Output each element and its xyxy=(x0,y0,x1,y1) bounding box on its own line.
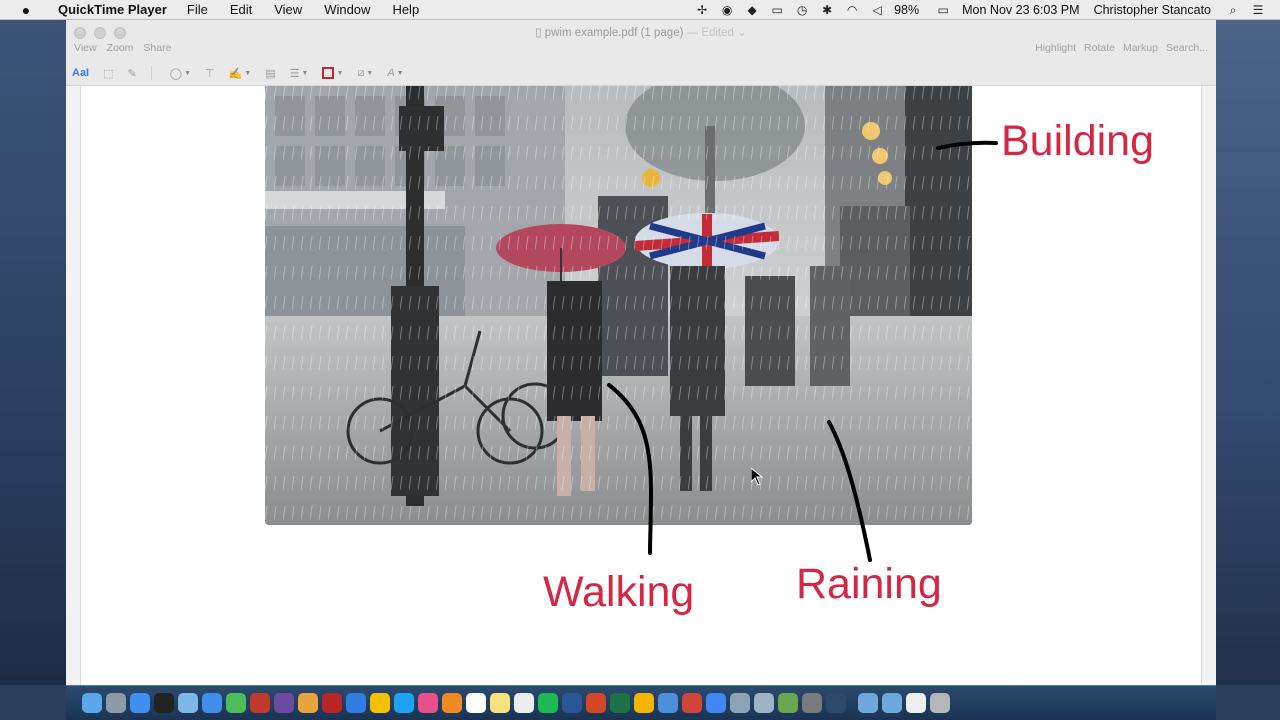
dropbox-dock-icon[interactable] xyxy=(346,693,366,713)
imovie-dock-icon[interactable] xyxy=(274,693,294,713)
word-dock-icon[interactable] xyxy=(562,693,582,713)
mac-dock-icon[interactable] xyxy=(802,693,822,713)
cleaner-dock-icon[interactable] xyxy=(778,693,798,713)
trash-dock-icon[interactable] xyxy=(930,693,950,713)
zoom-tool-button[interactable]: Zoom xyxy=(107,42,134,54)
toolbar-separator xyxy=(150,66,152,80)
border-color-icon[interactable]: ▼ xyxy=(322,67,343,79)
notification-center-icon[interactable]: ☰ xyxy=(1250,3,1266,17)
shapes-icon[interactable]: ◯ ▼ xyxy=(170,67,191,80)
menu-view[interactable]: View xyxy=(274,2,302,17)
document-icon: ▯ xyxy=(535,27,545,39)
time-machine-icon[interactable]: ◷ xyxy=(794,3,810,17)
line-style-icon[interactable]: ☰ ▼ xyxy=(290,67,309,80)
document-name: pwim example.pdf (1 page) xyxy=(544,27,684,39)
messages-dock-icon[interactable] xyxy=(226,693,246,713)
excel-dock-icon[interactable] xyxy=(610,693,630,713)
user-name[interactable]: Christopher Stancato xyxy=(1094,3,1211,17)
volume-icon[interactable]: ◁ xyxy=(869,3,885,17)
bluetooth-icon[interactable]: ✱ xyxy=(819,3,835,17)
menu-file[interactable]: File xyxy=(187,2,208,17)
rainy-street-photo xyxy=(265,86,972,525)
quicktime-dock-icon[interactable] xyxy=(826,693,846,713)
mail-dock-icon[interactable] xyxy=(682,693,702,713)
launchpad-dock-icon[interactable] xyxy=(106,693,126,713)
menu-help[interactable]: Help xyxy=(392,2,419,17)
powerpoint-dock-icon[interactable] xyxy=(586,693,606,713)
edited-indicator[interactable]: — Edited xyxy=(687,27,734,39)
markup-toolbar: AaI ⬚ ✎ ◯ ▼ ⊤ ✍ ▼ ▤ ☰ ▼ ▼ ⧄ ▼ A ▼ xyxy=(72,64,418,82)
textedit-dock-icon[interactable] xyxy=(514,693,534,713)
annotation-walking[interactable]: Walking xyxy=(543,568,694,617)
twitter-dock-icon[interactable] xyxy=(394,693,414,713)
apple-menu-icon[interactable]: ● xyxy=(0,2,36,18)
battery-icon[interactable]: ▭ xyxy=(933,3,953,17)
page-margin-left xyxy=(66,86,80,685)
preview-window: ▯ pwim example.pdf (1 page) — Edited ⌄ V… xyxy=(66,20,1216,685)
desktop-wallpaper-left xyxy=(0,20,66,685)
drive-dock-icon[interactable] xyxy=(370,693,390,713)
notes-dock-icon[interactable] xyxy=(490,693,510,713)
chrome-dock-icon[interactable] xyxy=(706,693,726,713)
quickbooks-dock-icon[interactable] xyxy=(634,693,654,713)
rect-selection-icon[interactable]: ⬚ xyxy=(103,67,113,80)
itunes-dock-icon[interactable] xyxy=(418,693,438,713)
pinwheel-icon[interactable]: ✢ xyxy=(694,3,710,17)
markup-button[interactable]: Markup xyxy=(1123,42,1158,54)
wifi-icon[interactable]: ◠ xyxy=(844,3,860,17)
doc-dock-icon[interactable] xyxy=(906,693,926,713)
app-store-dock-icon[interactable] xyxy=(130,693,150,713)
ibooks-dock-icon[interactable] xyxy=(442,693,462,713)
dock xyxy=(66,685,1216,720)
clock[interactable]: Mon Nov 23 6:03 PM xyxy=(962,3,1079,17)
record-icon[interactable]: ◉ xyxy=(719,3,735,17)
menu-bar: ● QuickTime Player File Edit View Window… xyxy=(0,0,1280,20)
annotation-building[interactable]: Building xyxy=(1001,117,1154,166)
dropbox-icon[interactable]: ◆ xyxy=(744,3,760,17)
sketch-icon[interactable]: ✎ xyxy=(128,67,137,80)
signature-icon[interactable]: ✍ ▼ xyxy=(229,67,252,80)
window-title[interactable]: ▯ pwim example.pdf (1 page) — Edited ⌄ xyxy=(66,25,1216,39)
rotate-button[interactable]: Rotate xyxy=(1084,42,1115,54)
highlight-button[interactable]: Highlight xyxy=(1035,42,1076,54)
spotify-dock-icon[interactable] xyxy=(538,693,558,713)
share-button[interactable]: Share xyxy=(143,42,171,54)
text-selection-tool[interactable]: AaI xyxy=(72,67,89,79)
mouse-pointer-icon xyxy=(751,468,763,486)
page-margin-right xyxy=(1202,86,1216,685)
search-field[interactable]: Search... xyxy=(1166,42,1208,54)
preview-dock-icon[interactable] xyxy=(178,693,198,713)
title-bar: ▯ pwim example.pdf (1 page) — Edited ⌄ V… xyxy=(66,20,1216,86)
folder-dock-icon[interactable] xyxy=(858,693,878,713)
mail2-dock-icon[interactable] xyxy=(730,693,750,713)
text-style-icon[interactable]: A ▼ xyxy=(387,67,403,79)
menu-window[interactable]: Window xyxy=(324,2,370,17)
spotlight-icon[interactable]: ⌕ xyxy=(1225,3,1241,17)
pen-dock-icon[interactable] xyxy=(658,693,678,713)
annotation-raining[interactable]: Raining xyxy=(796,560,942,609)
downloads-dock-icon[interactable] xyxy=(882,693,902,713)
left-toolbar: View Zoom Share xyxy=(74,42,181,54)
view-button[interactable]: View xyxy=(74,42,97,54)
calendar-dock-icon[interactable] xyxy=(466,693,486,713)
menu-edit[interactable]: Edit xyxy=(230,2,252,17)
finder-dock-icon[interactable] xyxy=(82,693,102,713)
app-name-menu[interactable]: QuickTime Player xyxy=(58,2,167,17)
status-area: ✢ ◉ ◆ ▭ ◷ ✱ ◠ ◁ 98% ▭ Mon Nov 23 6:03 PM… xyxy=(694,0,1280,20)
note-icon[interactable]: ▤ xyxy=(265,67,275,80)
mail3-dock-icon[interactable] xyxy=(754,693,774,713)
fill-color-icon[interactable]: ⧄ ▼ xyxy=(357,67,373,80)
photos-dock-icon[interactable] xyxy=(298,693,318,713)
safari-dock-icon[interactable] xyxy=(202,693,222,713)
acrobat-dock-icon[interactable] xyxy=(322,693,342,713)
photo-booth-dock-icon[interactable] xyxy=(250,693,270,713)
desktop-wallpaper-right xyxy=(1216,20,1280,685)
battery-percent[interactable]: 98% xyxy=(894,3,919,17)
right-toolbar: Highlight Rotate Markup Search... xyxy=(1027,42,1208,54)
display-icon[interactable]: ▭ xyxy=(769,3,785,17)
dashboard-dock-icon[interactable] xyxy=(154,693,174,713)
text-box-icon[interactable]: ⊤ xyxy=(205,67,215,80)
chevron-down-icon[interactable]: ⌄ xyxy=(734,27,747,39)
